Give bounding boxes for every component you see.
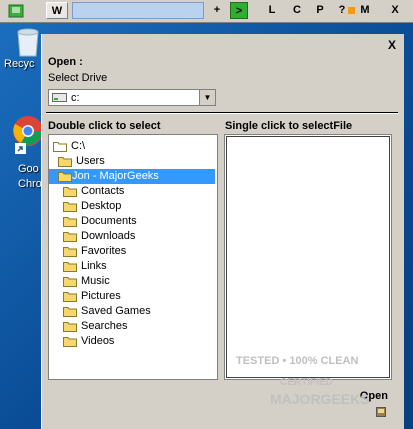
w-button[interactable]: W: [46, 2, 68, 19]
folder-icon: [63, 217, 77, 227]
tree-item-label: Jon - MajorGeeks: [72, 170, 159, 182]
folder-icon: [63, 187, 77, 197]
select-drive-label: Select Drive: [48, 72, 108, 84]
majorgeeks-watermark: TESTED • 100% CLEAN CERTIFIED MAJORGEEKS: [228, 355, 370, 425]
tree-item-label: Searches: [81, 320, 128, 332]
folder-icon: [63, 232, 77, 242]
chevron-down-icon[interactable]: ▼: [199, 90, 215, 105]
watermark-line-2: CERTIFIED: [280, 377, 333, 388]
folder-icon: [63, 292, 77, 302]
top-toolbar: W + > L C P ? M X: [0, 0, 413, 23]
tree-item-label: Videos: [81, 335, 115, 347]
close-toolbar-button[interactable]: X: [388, 2, 402, 19]
drive-select[interactable]: c: ▼: [48, 89, 216, 106]
watermark-line-3: MAJORGEEKS: [270, 391, 370, 407]
folder-icon: [63, 307, 77, 317]
tree-item[interactable]: Jon - MajorGeeks: [49, 169, 215, 184]
go-button[interactable]: >: [230, 2, 248, 19]
watermark-line-1: TESTED • 100% CLEAN: [236, 355, 359, 367]
folder-icon: [63, 247, 77, 257]
folder-icon: [58, 172, 72, 182]
tree-item-label: C:\: [71, 140, 86, 152]
folder-icon: [63, 202, 77, 212]
drive-value: c:: [71, 92, 80, 104]
tree-item-label: Documents: [81, 215, 137, 227]
folder-icon: [63, 262, 77, 272]
status-square-icon: [348, 7, 355, 14]
folder-icon: [53, 142, 67, 152]
p-button[interactable]: P: [314, 2, 326, 19]
toolbar-input[interactable]: [72, 2, 204, 19]
tree-item-label: Favorites: [81, 245, 127, 257]
open-heading: Open :: [48, 56, 83, 68]
file-list-inner: [226, 136, 390, 378]
tree-item-label: Contacts: [81, 185, 125, 197]
folder-tree[interactable]: C:\ Users Jon - MajorGeeks Contacts Desktop D…: [48, 134, 218, 380]
tree-item-label: Downloads: [81, 230, 136, 242]
shortcut-arrow-icon: [15, 143, 26, 154]
close-button[interactable]: X: [388, 38, 396, 52]
folder-icon: [63, 322, 77, 332]
c-button[interactable]: C: [291, 2, 303, 19]
tree-item-label: Pictures: [81, 290, 121, 302]
tree-item-label: Saved Games: [81, 305, 151, 317]
tree-item-label: Desktop: [81, 200, 122, 212]
app-launch-icon[interactable]: [8, 3, 24, 18]
folder-icon: [63, 277, 77, 287]
chrome-label-2: Chro: [18, 178, 42, 190]
help-button[interactable]: ?: [337, 2, 347, 19]
tree-item-label: Users: [76, 155, 105, 167]
divider: [46, 112, 398, 114]
m-button[interactable]: M: [358, 2, 372, 19]
tree-item-label: Links: [81, 260, 107, 272]
folder-icon: [63, 337, 77, 347]
drive-icon: [52, 93, 67, 102]
left-pane-header: Double click to select: [48, 120, 161, 132]
chrome-label-1: Goo: [18, 163, 39, 175]
l-button[interactable]: L: [266, 2, 278, 19]
file-list[interactable]: [224, 134, 392, 380]
folder-icon: [58, 157, 72, 167]
add-button[interactable]: +: [210, 2, 224, 19]
recycle-bin-label: Recyc: [4, 58, 35, 70]
tree-item-label: Music: [81, 275, 110, 287]
open-button-icon[interactable]: [376, 407, 386, 417]
right-pane-header: Single click to selectFile: [225, 120, 353, 132]
